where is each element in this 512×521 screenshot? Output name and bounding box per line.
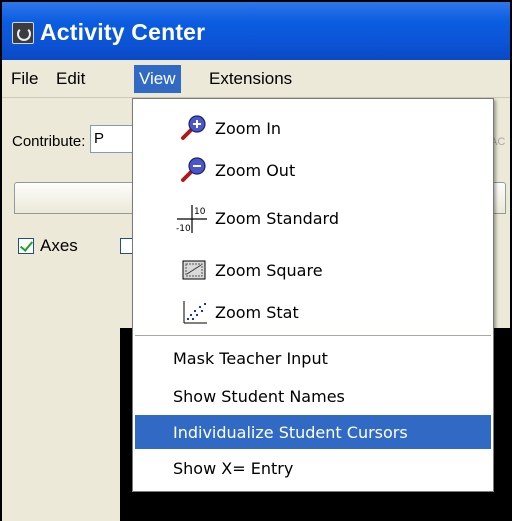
menu-zoom-standard[interactable]: 10 -10 Zoom Standard: [135, 201, 491, 235]
menu-zoom-in-label: Zoom In: [215, 119, 282, 138]
zoom-standard-icon-bottom: -10: [176, 224, 191, 234]
zoom-standard-icon: 10 -10: [176, 205, 207, 234]
menu-zoom-out-label: Zoom Out: [215, 161, 296, 180]
menu-mask-teacher-input-label: Mask Teacher Input: [173, 349, 328, 368]
menu-individualize-student-cursors-label: Individualize Student Cursors: [173, 423, 408, 442]
menu-zoom-stat[interactable]: Zoom Stat: [135, 295, 491, 329]
menu-zoom-standard-label: Zoom Standard: [215, 209, 339, 228]
zoom-stat-icon: [183, 301, 207, 324]
menu-zoom-square[interactable]: Zoom Square: [135, 253, 491, 287]
title-bar[interactable]: Activity Center: [2, 2, 510, 60]
menu-extensions[interactable]: Extensions: [204, 65, 297, 93]
axes-checkbox[interactable]: [18, 238, 34, 254]
menu-individualize-student-cursors[interactable]: Individualize Student Cursors: [135, 415, 491, 449]
menu-zoom-square-label: Zoom Square: [215, 261, 323, 280]
menu-mask-teacher-input[interactable]: Mask Teacher Input: [135, 341, 491, 375]
menu-zoom-stat-label: Zoom Stat: [215, 303, 299, 322]
view-menu-dropdown: Zoom In Zoom Out 10 -10 Zoom Standard Zo…: [132, 98, 494, 492]
menu-zoom-out[interactable]: Zoom Out: [135, 153, 491, 187]
zoom-in-icon: [181, 115, 206, 140]
application-window: Activity Center File Edit View Extension…: [0, 0, 512, 521]
menu-separator: [135, 335, 491, 336]
menu-bar: File Edit View Extensions: [2, 60, 510, 98]
window-title: Activity Center: [40, 19, 206, 45]
menu-view[interactable]: View: [134, 65, 181, 93]
menu-zoom-in[interactable]: Zoom In: [135, 111, 491, 145]
zoom-square-icon: [182, 260, 206, 280]
axes-label: Axes: [40, 236, 78, 255]
menu-file[interactable]: File: [6, 65, 43, 93]
app-icon[interactable]: [12, 22, 34, 44]
menu-show-x-entry-label: Show X= Entry: [173, 459, 294, 478]
menu-show-student-names-label: Show Student Names: [173, 387, 345, 406]
menu-show-student-names[interactable]: Show Student Names: [135, 379, 491, 413]
contribute-label: Contribute:: [12, 133, 86, 150]
zoom-out-icon: [181, 157, 206, 182]
menu-show-x-entry[interactable]: Show X= Entry: [135, 451, 491, 485]
zoom-standard-icon-top: 10: [194, 207, 206, 217]
menu-edit[interactable]: Edit: [51, 65, 90, 93]
